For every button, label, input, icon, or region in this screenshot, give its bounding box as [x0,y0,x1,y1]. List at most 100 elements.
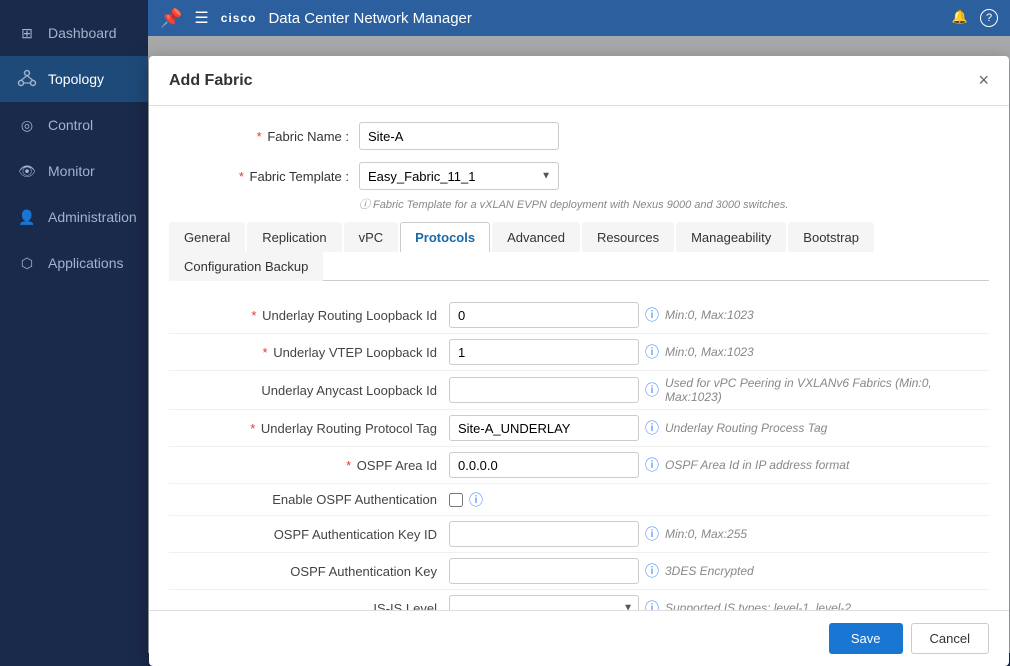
info-icon-ospf-auth-key[interactable]: ⓘ [645,561,659,581]
fabric-name-row: * Fabric Name : [169,122,989,150]
isis-level-select[interactable]: level-1 level-2 [449,595,639,610]
field-row-underlay-anycast-loopback: Underlay Anycast Loopback Id ⓘ Used for … [169,371,989,410]
sidebar-item-monitor[interactable]: 👁 Monitor [0,148,148,194]
menu-icon[interactable]: ☰ [194,8,208,28]
underlay-anycast-loopback-input[interactable] [449,377,639,403]
info-icon-routing-protocol-tag[interactable]: ⓘ [645,418,659,438]
tab-manageability[interactable]: Manageability [676,222,786,252]
fabric-name-input[interactable] [359,122,559,150]
sidebar: ⊞ Dashboard Topology ◎ Control 👁 Monitor… [0,0,148,653]
sidebar-item-topology[interactable]: Topology [0,56,148,102]
tab-vpc[interactable]: vPC [344,222,399,252]
modal-header: Add Fabric × [149,56,1009,106]
tab-advanced[interactable]: Advanced [492,222,580,252]
sidebar-item-label: Dashboard [48,25,117,41]
tabs-container: General Replication vPC Protocols Advanc… [169,222,989,281]
field-row-ospf-auth-key-id: OSPF Authentication Key ID ⓘ Min:0, Max:… [169,516,989,553]
help-icon[interactable]: ? [980,9,998,27]
hint-isis-level: Supported IS types: level-1, level-2 [665,601,851,610]
topology-icon [16,68,38,90]
field-row-underlay-vtep-loopback: * Underlay VTEP Loopback Id ⓘ Min:0, Max… [169,334,989,371]
hint-ospf-auth-key: 3DES Encrypted [665,564,754,578]
field-control-underlay-anycast-loopback: ⓘ Used for vPC Peering in VXLANv6 Fabric… [449,376,989,404]
routing-protocol-tag-input[interactable] [449,415,639,441]
modal-dialog: Add Fabric × * Fabric Name : [149,56,1009,666]
sidebar-item-label: Monitor [48,163,95,179]
administration-icon: 👤 [16,206,38,228]
save-button[interactable]: Save [829,623,903,654]
info-icon-isis-level[interactable]: ⓘ [645,598,659,610]
info-icon-routing-loopback[interactable]: ⓘ [645,305,659,325]
field-control-enable-ospf-auth: ⓘ [449,490,989,510]
ospf-auth-key-input[interactable] [449,558,639,584]
field-row-underlay-routing-loopback: * Underlay Routing Loopback Id ⓘ Min:0, … [169,297,989,334]
pin-icon[interactable]: 📌 [160,8,182,29]
field-label-isis-level: IS-IS Level [169,601,449,611]
hint-ospf-auth-key-id: Min:0, Max:255 [665,527,747,541]
modal-overlay: Add Fabric × * Fabric Name : [148,36,1010,653]
modal-footer: Save Cancel [149,610,1009,666]
hint-routing-loopback: Min:0, Max:1023 [665,308,754,322]
info-icon-ospf-auth-key-id[interactable]: ⓘ [645,524,659,544]
sidebar-item-dashboard[interactable]: ⊞ Dashboard [0,10,148,56]
dashboard-icon: ⊞ [16,22,38,44]
tab-general[interactable]: General [169,222,245,252]
info-icon-vtep-loopback[interactable]: ⓘ [645,342,659,362]
cancel-button[interactable]: Cancel [911,623,989,654]
sidebar-item-label: Topology [48,71,104,87]
tab-resources[interactable]: Resources [582,222,674,252]
fabric-template-select[interactable]: Easy_Fabric_11_1 [359,162,559,190]
ospf-area-id-input[interactable] [449,452,639,478]
bell-icon[interactable]: 🔔 [952,9,968,27]
monitor-icon: 👁 [16,160,38,182]
field-row-ospf-area-id: * OSPF Area Id ⓘ OSPF Area Id in IP addr… [169,447,989,484]
page-content: Add Fabric × * Fabric Name : [148,36,1010,653]
sidebar-item-administration[interactable]: 👤 Administration [0,194,148,240]
info-icon-ospf-area[interactable]: ⓘ [645,455,659,475]
app-title: Data Center Network Manager [268,10,471,27]
fabric-name-label: * Fabric Name : [169,129,349,144]
hint-routing-protocol-tag: Underlay Routing Process Tag [665,421,827,435]
underlay-routing-loopback-input[interactable] [449,302,639,328]
field-label-ospf-auth-key-id: OSPF Authentication Key ID [169,527,449,542]
fabric-template-select-wrapper: Easy_Fabric_11_1 ▼ [359,162,559,190]
field-control-ospf-auth-key-id: ⓘ Min:0, Max:255 [449,521,989,547]
ospf-auth-key-id-input[interactable] [449,521,639,547]
hint-row: ⓘ Fabric Template for a vXLAN EVPN deplo… [359,196,989,212]
main-area: 📌 ☰ cisco Data Center Network Manager 🔔 … [148,0,1010,653]
isis-level-select-wrapper: level-1 level-2 ▼ [449,595,639,610]
hint-vtep-loopback: Min:0, Max:1023 [665,345,754,359]
modal-title: Add Fabric [169,72,253,90]
fabric-template-label: * Fabric Template : [169,169,349,184]
protocols-tab-content: * Underlay Routing Loopback Id ⓘ Min:0, … [169,297,989,610]
sidebar-item-label: Administration [48,209,137,225]
tab-bootstrap[interactable]: Bootstrap [788,222,874,252]
topbar: 📌 ☰ cisco Data Center Network Manager 🔔 … [148,0,1010,36]
info-icon-ospf-auth[interactable]: ⓘ [469,490,483,510]
field-control-ospf-area-id: ⓘ OSPF Area Id in IP address format [449,452,989,478]
field-row-routing-protocol-tag: * Underlay Routing Protocol Tag ⓘ Underl… [169,410,989,447]
tab-protocols[interactable]: Protocols [400,222,490,252]
field-label-underlay-routing-loopback: * Underlay Routing Loopback Id [169,308,449,323]
field-control-isis-level: level-1 level-2 ▼ ⓘ Supported IS types: … [449,595,989,610]
applications-icon: ⬡ [16,252,38,274]
field-row-ospf-auth-key: OSPF Authentication Key ⓘ 3DES Encrypted [169,553,989,590]
hint-anycast-loopback: Used for vPC Peering in VXLANv6 Fabrics … [665,376,989,404]
cisco-logo: cisco [221,11,257,25]
control-icon: ◎ [16,114,38,136]
tab-configuration-backup[interactable]: Configuration Backup [169,251,323,281]
field-label-routing-protocol-tag: * Underlay Routing Protocol Tag [169,421,449,436]
sidebar-item-applications[interactable]: ⬡ Applications [0,240,148,286]
field-row-isis-level: IS-IS Level level-1 level-2 ▼ [169,590,989,610]
modal-body: * Fabric Name : * Fabric Template : [149,106,1009,610]
field-label-ospf-area-id: * OSPF Area Id [169,458,449,473]
info-icon-anycast-loopback[interactable]: ⓘ [645,380,659,400]
sidebar-item-control[interactable]: ◎ Control [0,102,148,148]
fabric-template-row: * Fabric Template : Easy_Fabric_11_1 ▼ [169,162,989,190]
close-icon[interactable]: × [978,70,989,91]
underlay-vtep-loopback-input[interactable] [449,339,639,365]
field-control-underlay-routing-loopback: ⓘ Min:0, Max:1023 [449,302,989,328]
tab-replication[interactable]: Replication [247,222,341,252]
field-label-enable-ospf-auth: Enable OSPF Authentication [169,492,449,507]
enable-ospf-auth-checkbox[interactable] [449,493,463,507]
